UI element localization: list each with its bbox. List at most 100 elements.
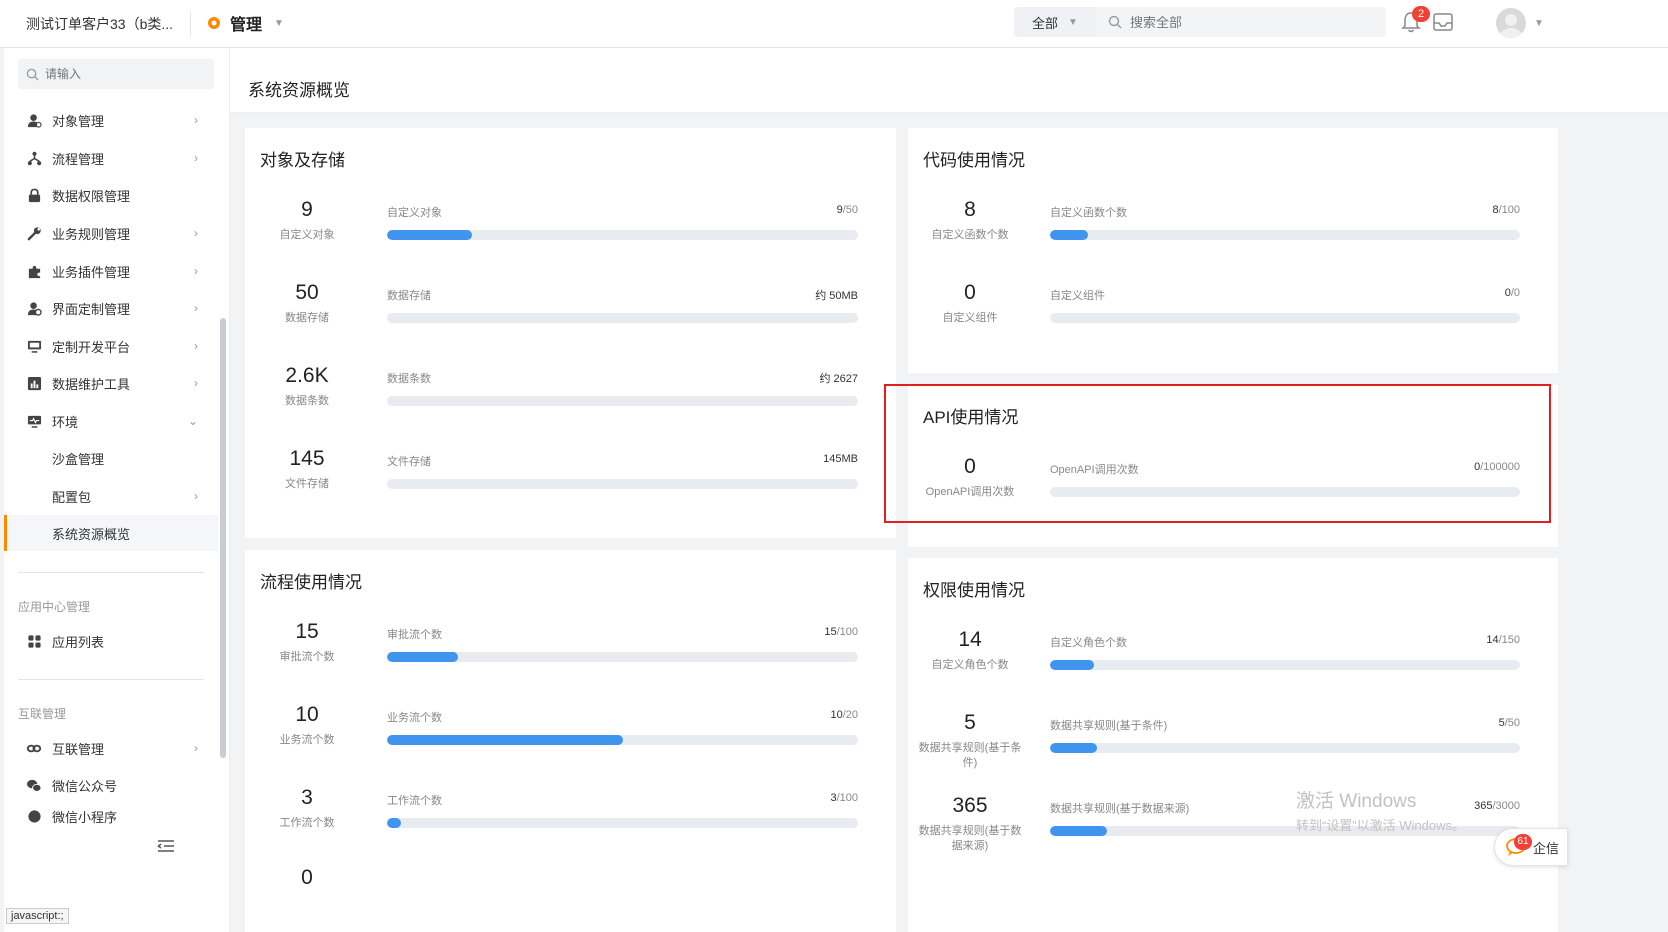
progress-fill [387, 735, 623, 745]
global-search [1096, 7, 1386, 37]
card-permission-usage: 权限使用情况 14 自定义角色个数 自定义角色个数 14/150 5 数据共享规… [908, 558, 1558, 932]
company-switcher[interactable]: 测试订单客户33（b类... [26, 14, 173, 34]
sidebar-item-label: 微信小程序 [52, 809, 118, 825]
metric-value: 8 [964, 198, 976, 221]
metric-usage: 15/100 [824, 626, 858, 638]
metric-row: 8 自定义函数个数 自定义函数个数 8/100 [908, 198, 1558, 278]
progress-fill [1050, 660, 1094, 670]
usage-total: /50 [842, 204, 858, 216]
metric-usage: 约 50MB [815, 287, 858, 303]
sidebar-item-label: 应用列表 [52, 634, 105, 650]
chevron-down-icon[interactable]: ▼ [1534, 18, 1544, 29]
card-code-usage: 代码使用情况 8 自定义函数个数 自定义函数个数 8/100 0 自定义组件 自… [908, 128, 1558, 373]
progress-track [387, 818, 858, 828]
annotation-highlight-box [884, 384, 1551, 523]
sidebar-item-flows[interactable]: 流程管理 › [4, 140, 218, 176]
sidebar-search [18, 59, 214, 89]
metric-caption: 业务流个数 [279, 734, 335, 746]
metric-row: 0 [245, 866, 896, 932]
progress-track [387, 396, 858, 406]
sidebar-group-app-center: 应用中心管理 [18, 600, 91, 614]
progress-track [1050, 313, 1520, 323]
user-avatar[interactable] [1496, 8, 1526, 38]
lock-icon [26, 187, 42, 203]
sidebar-item-environment[interactable]: 环境 ⌄ [4, 403, 218, 439]
metric-value: 2.6K [285, 364, 329, 387]
metric-row: 5 数据共享规则(基于条件) 数据共享规则(基于条件) 5/50 [908, 711, 1558, 791]
sidebar-item-objects[interactable]: 对象管理 › [4, 102, 218, 138]
search-scope-select[interactable]: 全部 ▼ [1014, 7, 1096, 37]
sidebar-item-label: 数据权限管理 [52, 188, 131, 204]
sidebar-item-resource-overview[interactable]: 系统资源概览 [4, 515, 218, 551]
progress-fill [387, 652, 458, 662]
sidebar: 对象管理 › 流程管理 › 数据权限管理 业务规则管理 › 业务插件管理 › 界… [4, 48, 230, 932]
chevron-right-icon: › [194, 264, 198, 278]
usage-total: /50 [1504, 717, 1520, 729]
search-icon [26, 68, 39, 81]
metric-usage: 9/50 [837, 204, 858, 216]
metric-label: 数据共享规则(基于条件) [1050, 720, 1168, 732]
progress-fill [1050, 743, 1097, 753]
sidebar-search-input[interactable] [45, 67, 205, 81]
metric-caption: 工作流个数 [279, 817, 335, 829]
metric-label: 自定义组件 [1050, 290, 1105, 302]
sidebar-item-wechat-mini[interactable]: 微信小程序 [4, 805, 218, 827]
progress-track [1050, 230, 1520, 240]
global-search-input[interactable] [1130, 14, 1370, 30]
sidebar-item-app-list[interactable]: 应用列表 [4, 623, 218, 659]
metric-caption: 数据存储 [285, 312, 329, 324]
progress-track [1050, 660, 1520, 670]
sidebar-item-dev-platform[interactable]: 定制开发平台 › [4, 328, 218, 364]
usage-total: /100 [836, 792, 858, 804]
metric-caption: 自定义组件 [942, 312, 998, 324]
usage-used: 15 [824, 626, 837, 638]
metric-usage: 365/3000 [1474, 800, 1520, 812]
card-title: 权限使用情况 [923, 581, 1025, 600]
module-switcher[interactable]: 管理 ▼ [206, 11, 284, 35]
collapse-sidebar-icon[interactable] [156, 838, 176, 854]
metric-usage: 5/50 [1499, 717, 1520, 729]
usage-used: 约 50MB [815, 290, 858, 302]
grid-icon [26, 633, 42, 649]
metric-row: 0 自定义组件 自定义组件 0/0 [908, 281, 1558, 361]
sidebar-item-business-plugins[interactable]: 业务插件管理 › [4, 253, 218, 289]
link-icon [26, 740, 42, 756]
inbox-icon[interactable] [1432, 11, 1454, 33]
sidebar-item-interconnect[interactable]: 互联管理 › [4, 730, 218, 766]
wecom-unread-badge: 61 [1514, 834, 1532, 850]
card-flow-usage: 流程使用情况 15 审批流个数 审批流个数 15/100 10 业务流个数 业务… [245, 550, 896, 932]
metric-value: 14 [958, 628, 982, 651]
wecom-float-button[interactable]: 企信 [1494, 828, 1568, 866]
metric-caption: 自定义对象 [279, 229, 335, 241]
metric-label: 审批流个数 [387, 629, 442, 641]
usage-used: 14 [1486, 634, 1499, 646]
sidebar-scrollbar[interactable] [220, 318, 226, 758]
ui-custom-icon [26, 300, 42, 316]
progress-fill [387, 818, 402, 828]
progress-track [387, 230, 858, 240]
sidebar-item-business-rules[interactable]: 业务规则管理 › [4, 215, 218, 251]
sidebar-item-config-package[interactable]: 配置包 › [4, 478, 218, 514]
sidebar-item-ui-customization[interactable]: 界面定制管理 › [4, 290, 218, 326]
usage-total: /150 [1498, 634, 1520, 646]
module-label: 管理 [230, 17, 263, 34]
chevron-down-icon: ⌄ [187, 414, 198, 428]
sidebar-item-sandbox[interactable]: 沙盒管理 [4, 440, 218, 476]
metric-label: 数据存储 [387, 290, 431, 302]
chevron-right-icon: › [194, 376, 198, 390]
metric-value: 9 [301, 198, 313, 221]
metric-row: 14 自定义角色个数 自定义角色个数 14/150 [908, 628, 1558, 708]
metric-usage: 10/20 [830, 709, 858, 721]
metric-caption: 数据共享规则(基于条件) [918, 742, 1022, 769]
sidebar-item-label: 业务规则管理 [52, 226, 131, 242]
wechat-icon [26, 777, 42, 793]
sidebar-item-data-maintenance[interactable]: 数据维护工具 › [4, 365, 218, 401]
sidebar-item-wechat-official[interactable]: 微信公众号 [4, 767, 218, 803]
usage-total: /20 [842, 709, 858, 721]
sidebar-item-label: 互联管理 [52, 741, 105, 757]
sidebar-item-label: 数据维护工具 [52, 376, 131, 392]
card-title: 流程使用情况 [260, 573, 362, 592]
sidebar-item-label: 环境 [52, 414, 79, 430]
watermark-line1: 激活 Windows [1296, 791, 1417, 812]
sidebar-item-data-permission[interactable]: 数据权限管理 [4, 177, 218, 213]
